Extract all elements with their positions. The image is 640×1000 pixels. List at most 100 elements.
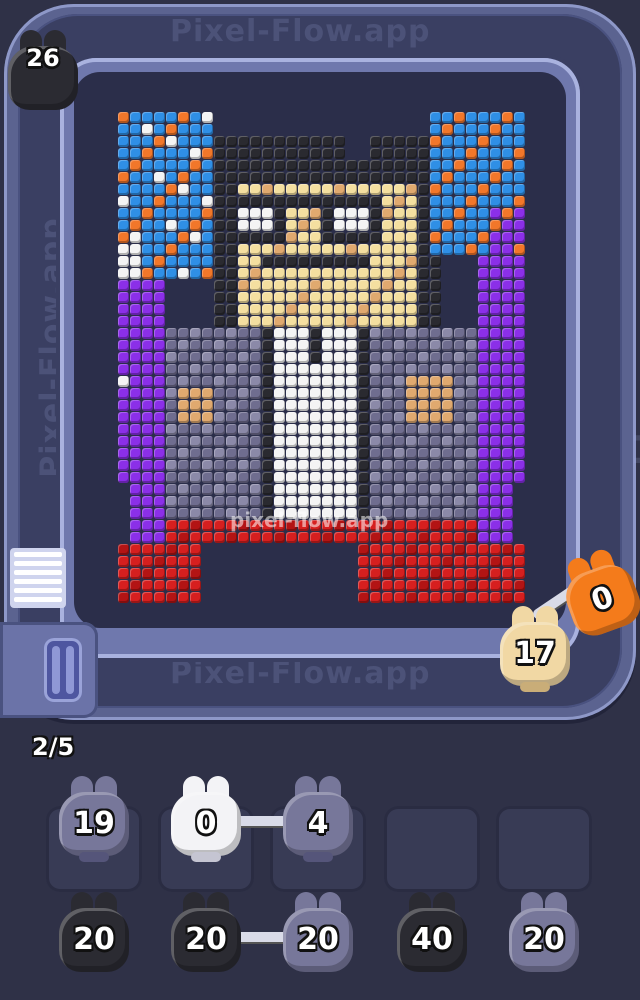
pixel-block: [154, 304, 165, 315]
pixel-block: [430, 544, 441, 555]
pixel-block: [514, 112, 525, 123]
pixel-block: [514, 448, 525, 459]
queue-slot-empty[interactable]: [496, 806, 592, 892]
pixel-block: [226, 220, 237, 231]
pixel-block: [250, 412, 261, 423]
queue-creature[interactable]: 0: [167, 776, 245, 862]
pixel-block: [286, 436, 297, 447]
pixel-block: [490, 340, 501, 351]
pixel-block: [454, 436, 465, 447]
pixel-block: [202, 448, 213, 459]
pixel-block: [514, 172, 525, 183]
pixel-block: [166, 196, 177, 207]
pixel-block: [370, 532, 381, 543]
pixel-block: [226, 388, 237, 399]
pixel-block: [130, 148, 141, 159]
pixel-block: [130, 112, 141, 123]
pixel-block: [262, 304, 273, 315]
pixel-block: [250, 328, 261, 339]
pixel-block: [322, 160, 333, 171]
pixel-block: [298, 136, 309, 147]
pixel-block: [478, 364, 489, 375]
pixel-block: [406, 292, 417, 303]
pixel-block: [214, 436, 225, 447]
pixel-block: [298, 472, 309, 483]
top-counter-creature[interactable]: 26: [4, 30, 82, 116]
pixel-block: [370, 400, 381, 411]
pixel-block: [478, 280, 489, 291]
pixel-block: [214, 220, 225, 231]
pixel-block: [406, 244, 417, 255]
pixel-block: [334, 484, 345, 495]
pixel-block: [154, 508, 165, 519]
pixel-block: [418, 160, 429, 171]
pixel-block: [262, 280, 273, 291]
pixel-block: [214, 520, 225, 531]
pixel-block: [310, 316, 321, 327]
pixel-block: [370, 220, 381, 231]
pixel-block: [142, 508, 153, 519]
pixel-block: [142, 124, 153, 135]
pixel-block: [454, 520, 465, 531]
pixel-block: [430, 352, 441, 363]
pixel-block: [286, 136, 297, 147]
pixel-block: [214, 184, 225, 195]
pixel-block: [286, 232, 297, 243]
pixel-block: [382, 556, 393, 567]
pixel-art-canvas[interactable]: [118, 112, 526, 608]
pixel-block: [154, 160, 165, 171]
pixel-block: [274, 208, 285, 219]
pixel-block: [418, 400, 429, 411]
pixel-block: [166, 484, 177, 495]
conveyor-shooter-cream[interactable]: 17: [496, 606, 574, 692]
pixel-block: [214, 256, 225, 267]
pixel-block: [130, 160, 141, 171]
pixel-block: [382, 424, 393, 435]
pixel-block: [382, 208, 393, 219]
pixel-block: [166, 364, 177, 375]
pixel-block: [394, 244, 405, 255]
pixel-block: [274, 232, 285, 243]
pixel-block: [442, 472, 453, 483]
pixel-block: [154, 280, 165, 291]
pixel-block: [358, 532, 369, 543]
pixel-block: [250, 292, 261, 303]
pixel-block: [418, 424, 429, 435]
pixel-block: [382, 376, 393, 387]
pixel-block: [298, 172, 309, 183]
queue-creature[interactable]: 40: [393, 892, 471, 978]
pixel-block: [394, 364, 405, 375]
pixel-block: [286, 160, 297, 171]
queue-slot-empty[interactable]: [384, 806, 480, 892]
pixel-block: [370, 160, 381, 171]
pixel-block: [154, 448, 165, 459]
pixel-block: [238, 436, 249, 447]
pixel-block: [310, 256, 321, 267]
pixel-block: [442, 436, 453, 447]
queue-creature[interactable]: 19: [55, 776, 133, 862]
pixel-block: [334, 400, 345, 411]
pixel-block: [286, 328, 297, 339]
pixel-block: [166, 556, 177, 567]
pixel-block: [406, 220, 417, 231]
pixel-block: [166, 160, 177, 171]
pixel-block: [502, 196, 513, 207]
pixel-block: [142, 472, 153, 483]
pixel-block: [262, 484, 273, 495]
pixel-block: [394, 556, 405, 567]
pixel-block: [166, 124, 177, 135]
pixel-block: [502, 592, 513, 603]
pixel-block: [238, 220, 249, 231]
pixel-block: [250, 460, 261, 471]
pixel-block: [154, 220, 165, 231]
pixel-block: [298, 388, 309, 399]
queue-creature[interactable]: 20: [167, 892, 245, 978]
pixel-block: [166, 232, 177, 243]
pixel-block: [514, 316, 525, 327]
queue-creature[interactable]: 4: [279, 776, 357, 862]
queue-creature[interactable]: 20: [505, 892, 583, 978]
queue-creature[interactable]: 20: [55, 892, 133, 978]
queue-creature[interactable]: 20: [279, 892, 357, 978]
pixel-block: [502, 316, 513, 327]
pixel-block: [346, 460, 357, 471]
